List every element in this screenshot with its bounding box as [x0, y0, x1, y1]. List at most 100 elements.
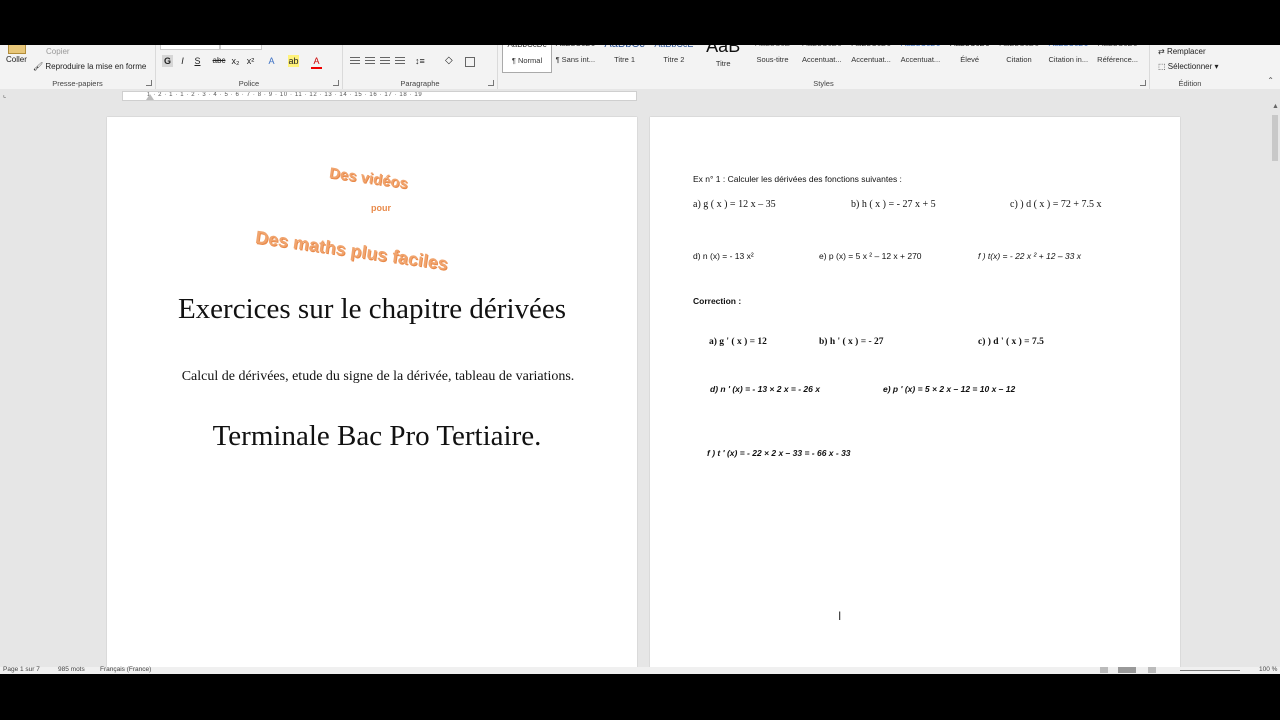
style-preview: AaBbCcE	[749, 45, 797, 51]
style-name: Référence...	[1097, 55, 1139, 64]
copy-button[interactable]: Copier	[46, 47, 70, 56]
tab-selector-icon[interactable]: ⌞	[3, 91, 6, 99]
underline-button[interactable]: S	[192, 55, 203, 67]
page-subtitle: Calcul de dérivées, etude du signe de la…	[181, 369, 575, 384]
styles-label: Styles	[813, 79, 834, 88]
exercise-b: b) h ( x ) = - 27 x + 5	[851, 199, 936, 210]
level-heading: Terminale Bac Pro Tertiaire.	[212, 420, 542, 452]
style-item[interactable]: AaBbCcDc Accentuat...	[798, 45, 846, 71]
style-preview: AaBbCcDc	[896, 45, 944, 51]
style-item[interactable]: AaBbCcDc Accentuat...	[847, 45, 895, 71]
style-name: Accentuat...	[900, 55, 941, 64]
style-item[interactable]: AaBbCcE Sous-titre	[749, 45, 797, 71]
page-title: Exercices sur le chapitre dérivées	[177, 293, 567, 325]
print-layout-icon[interactable]	[1118, 667, 1136, 673]
style-item[interactable]: AaBbCcDc Élevé	[946, 45, 994, 71]
read-mode-icon[interactable]	[1100, 667, 1108, 673]
style-name: Accentuat...	[851, 55, 891, 64]
exercise-d: d) n (x) = - 13 x²	[693, 251, 754, 261]
style-name: Citation	[1006, 55, 1032, 64]
select-icon: ⬚	[1158, 62, 1166, 71]
style-item[interactable]: AaBbCcDc Accentuat...	[896, 45, 944, 71]
style-item[interactable]: AaBbCcDc ¶ Sans int...	[551, 45, 599, 71]
paste-button[interactable]: Coller	[6, 55, 27, 64]
style-name: Titre	[715, 59, 731, 68]
correction-f: f ) t ' (x) = - 22 × 2 x – 33 = - 66 x -…	[707, 448, 851, 458]
style-name: Titre 2	[663, 55, 685, 64]
style-item[interactable]: AaBbCcDc Citation in...	[1044, 45, 1092, 71]
document-page-1[interactable]: Des vidéos pour Des maths plus faciles E…	[107, 117, 637, 674]
web-layout-icon[interactable]	[1148, 667, 1156, 673]
style-name: Citation in...	[1048, 55, 1089, 64]
wordart-bottom: Des maths plus faciles	[254, 227, 450, 274]
edition-group: ⇄ Remplacer ⬚ Sélectionner ▾ Édition	[1150, 45, 1230, 89]
indent-marker-icon[interactable]	[146, 94, 154, 100]
wordart-top: Des vidéos	[328, 164, 410, 193]
italic-button[interactable]: I	[177, 55, 188, 67]
scroll-up-icon[interactable]: ▲	[1272, 103, 1279, 110]
style-name: Élevé	[960, 55, 980, 64]
status-bar: Page 1 sur 7 985 mots Français (France) …	[0, 666, 1280, 674]
correction-a: a) g ' ( x ) = 12	[709, 337, 767, 347]
paragraph-label: Paragraphe	[400, 79, 440, 88]
style-item[interactable]: AaBbCcE Titre 2	[650, 45, 698, 71]
word-count[interactable]: 985 mots	[58, 666, 85, 673]
text-effects-icon[interactable]: A	[266, 55, 277, 67]
font-launcher-icon[interactable]	[333, 80, 339, 86]
document-page-2[interactable]: Ex n° 1 : Calculer les dérivées des fonc…	[650, 117, 1180, 674]
style-item[interactable]: AaBbCcDc ¶ Normal	[502, 45, 552, 73]
ruler-marks: 1 · 2 · 1 · 1 · 2 · 3 · 4 · 5 · 6 · 7 · …	[147, 92, 423, 98]
subscript-button[interactable]: x₂	[229, 55, 242, 67]
page-count[interactable]: Page 1 sur 7	[3, 666, 40, 673]
align-right-icon[interactable]	[380, 57, 390, 65]
align-left-icon[interactable]	[350, 57, 360, 65]
font-name-box[interactable]	[160, 45, 220, 50]
brush-icon: 🖌	[33, 62, 44, 71]
shading-icon[interactable]: ◇	[445, 55, 453, 66]
clipboard-label: Presse-papiers	[52, 79, 103, 88]
clipboard-group: Coller Copier 🖌 Reproduire la mise en fo…	[0, 45, 156, 89]
zoom-level[interactable]: 100 %	[1259, 666, 1277, 673]
paragraph-group: ↕≡ ◇ Paragraphe	[343, 45, 498, 89]
exercise-c: c) ) d ( x ) = 72 + 7.5 x	[1010, 199, 1102, 210]
style-item[interactable]: AaB Titre	[699, 45, 747, 71]
scroll-thumb[interactable]	[1272, 115, 1278, 161]
format-painter-button[interactable]: 🖌 Reproduire la mise en forme	[33, 62, 146, 71]
clipboard-launcher-icon[interactable]	[146, 80, 152, 86]
select-button[interactable]: ⬚ Sélectionner ▾	[1158, 62, 1219, 71]
highlight-icon[interactable]: ab	[288, 55, 299, 67]
collapse-ribbon-icon[interactable]: ⌃	[1267, 76, 1274, 85]
style-item[interactable]: AaBbCcDc Citation	[995, 45, 1043, 71]
justify-icon[interactable]	[395, 57, 405, 65]
style-preview: AaBbCcDc	[798, 45, 846, 51]
align-center-icon[interactable]	[365, 57, 375, 65]
line-spacing-icon[interactable]: ↕≡	[415, 56, 425, 66]
superscript-button[interactable]: x²	[244, 55, 257, 67]
paragraph-launcher-icon[interactable]	[488, 80, 494, 86]
strikethrough-button[interactable]: abc	[212, 55, 226, 67]
language-indicator[interactable]: Français (France)	[100, 666, 151, 673]
vertical-scrollbar[interactable]: ▲	[1270, 101, 1280, 667]
correction-d: d) n ' (x) = - 13 × 2 x = - 26 x	[710, 384, 820, 394]
exercise-title: Ex n° 1 : Calculer les dérivées des fonc…	[693, 174, 902, 184]
styles-launcher-icon[interactable]	[1140, 80, 1146, 86]
font-size-box[interactable]	[220, 45, 262, 50]
style-item[interactable]: AaBbCcDc Référence...	[1094, 45, 1142, 71]
zoom-slider[interactable]	[1180, 670, 1240, 671]
style-item[interactable]: AaBbCc Titre 1	[601, 45, 649, 71]
borders-icon[interactable]	[465, 57, 475, 67]
replace-button[interactable]: ⇄ Remplacer	[1158, 47, 1206, 56]
bold-button[interactable]: G	[162, 55, 173, 67]
format-painter-label: Reproduire la mise en forme	[45, 62, 147, 71]
edition-label: Édition	[1178, 79, 1202, 88]
style-name: ¶ Sans int...	[555, 55, 596, 64]
exercise-a: a) g ( x ) = 12 x – 35	[693, 199, 776, 210]
font-label: Police	[238, 79, 260, 88]
exercise-e: e) p (x) = 5 x ² – 12 x + 270	[819, 251, 922, 261]
style-preview: AaBbCc	[601, 45, 649, 51]
style-preview: AaBbCcDc	[551, 45, 599, 51]
ruler-bar[interactable]: 1 · 2 · 1 · 1 · 2 · 3 · 4 · 5 · 6 · 7 · …	[122, 91, 637, 101]
paste-icon[interactable]	[8, 45, 26, 54]
correction-label: Correction :	[693, 296, 742, 306]
font-color-icon[interactable]: A	[311, 55, 322, 69]
